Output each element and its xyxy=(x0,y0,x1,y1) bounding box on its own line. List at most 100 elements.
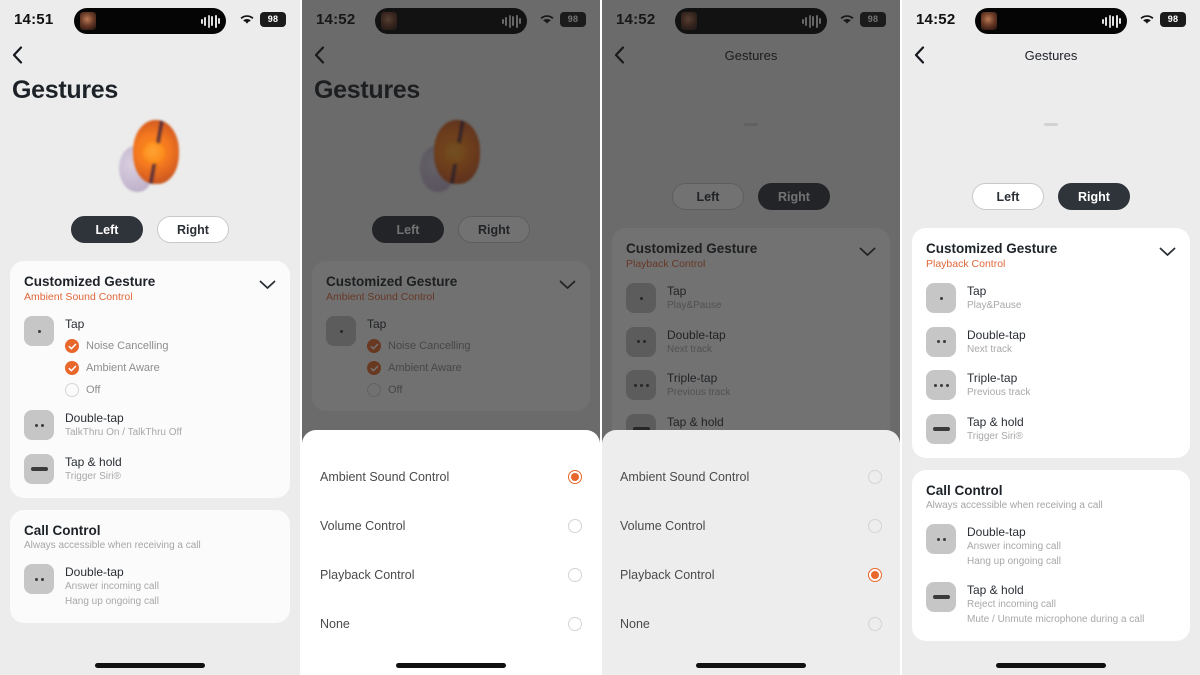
status-bar: 14:51 98 xyxy=(0,0,300,38)
card-header: Call Control Always accessible when recei… xyxy=(926,483,1176,511)
gesture-label: Double-tap xyxy=(65,411,124,425)
screenshot-strip: 14:51 98 Gestures Left Right Customized Gestu… xyxy=(0,0,1200,675)
tap-dot xyxy=(945,383,949,387)
battery-indicator: 98 xyxy=(1160,11,1186,27)
gesture-row[interactable]: Tap Noise Cancelling Ambient Aware Off xyxy=(24,316,276,397)
card-title: Customized Gesture xyxy=(24,274,156,289)
chevron-down-icon[interactable] xyxy=(259,274,276,295)
radio-unselected-icon[interactable] xyxy=(868,518,882,533)
status-right-cluster: 98 xyxy=(240,11,286,27)
sheet-option-label: Ambient Sound Control xyxy=(320,469,450,484)
dynamic-island xyxy=(74,8,226,34)
dynamic-island xyxy=(975,8,1127,34)
tap-dot xyxy=(936,537,940,541)
toggle-left-button[interactable]: Left xyxy=(71,216,143,243)
gesture-row-body: Double-tapNext track xyxy=(967,327,1176,358)
left-right-toggle: Left Right xyxy=(902,177,1200,228)
card-header-text: Call Control Always accessible when recei… xyxy=(24,523,201,551)
gesture-description: Previous track xyxy=(967,387,1031,398)
tap-dot xyxy=(40,423,44,427)
gesture-row[interactable]: Double-tap Answer incoming call Hang up on… xyxy=(24,564,276,609)
card-customized-gesture: Customized Gesture Playback Control Tap Pla… xyxy=(912,228,1190,458)
gesture-label: Tap & hold xyxy=(65,454,122,469)
toggle-left-button[interactable]: Left xyxy=(972,183,1044,210)
panel-1: 14:51 98 Gestures Left Right Customized Gestu… xyxy=(0,0,300,675)
nav-bar: Gestures xyxy=(902,38,1200,72)
sheet-option-label: Volume Control xyxy=(320,518,406,533)
chevron-down-icon[interactable] xyxy=(1159,241,1176,262)
card-header: Call Control Always accessible when recei… xyxy=(24,523,276,551)
check-icon xyxy=(65,361,79,375)
panel-3: 14:5298GesturesLeftRightCustomized Gestu… xyxy=(600,0,900,675)
toggle-right-button[interactable]: Right xyxy=(157,216,229,243)
option-sheet: Ambient Sound Control Volume Control Playb… xyxy=(302,430,600,675)
sheet-option-row[interactable]: Volume Control xyxy=(302,501,600,550)
card-title: Call Control xyxy=(926,483,1003,498)
card-title: Call Control xyxy=(24,523,101,538)
status-clock: 14:52 xyxy=(916,10,956,28)
gesture-row[interactable]: Tap Play&Pause xyxy=(926,283,1176,314)
gesture-row[interactable]: Double-tap Answer incoming call Hang up on… xyxy=(926,524,1176,569)
panel-2: 14:5298GesturesLeftRightCustomized Gestu… xyxy=(300,0,600,675)
audio-waveform-icon xyxy=(1101,14,1121,28)
gesture-row[interactable]: Tap & hold Reject incoming call Mute / Unm… xyxy=(926,582,1176,627)
gesture-label: Tap xyxy=(65,317,85,331)
gesture-option[interactable]: Off xyxy=(65,383,276,397)
sheet-option-row[interactable]: Playback Control xyxy=(302,550,600,599)
radio-unselected-icon[interactable] xyxy=(568,518,582,533)
gesture-row-body: Tap & holdTrigger Siri® xyxy=(967,414,1176,445)
home-indicator xyxy=(95,663,205,668)
gesture-row-body: Tap & hold Reject incoming call Mute / Unm… xyxy=(967,582,1176,627)
gesture-description: Reject incoming call Mute / Unmute microp… xyxy=(967,599,1145,625)
tap-hold-icon xyxy=(926,582,956,612)
radio-unselected-icon[interactable] xyxy=(568,616,582,631)
gesture-description: Answer incoming call Hang up ongoing call xyxy=(967,541,1061,567)
gesture-label: Tap xyxy=(967,284,987,298)
gesture-row[interactable]: Double-tapNext track xyxy=(926,326,1176,358)
page-title: Gestures xyxy=(12,76,118,104)
sheet-option-row[interactable]: None xyxy=(602,599,900,648)
gesture-option[interactable]: Noise Cancelling xyxy=(65,339,276,353)
sheet-option-row[interactable]: Ambient Sound Control xyxy=(302,452,600,501)
gesture-row[interactable]: Tap & holdTrigger Siri® xyxy=(24,453,276,485)
radio-selected-icon[interactable] xyxy=(568,469,582,484)
radio-unselected-icon[interactable] xyxy=(868,616,882,631)
card-customized-gesture: Customized Gesture Ambient Sound Control T… xyxy=(10,261,290,498)
tap-dot xyxy=(936,340,940,343)
double-tap-icon xyxy=(24,564,54,594)
panel-4: 14:52 98 Gestures Left Right Customized Gestu… xyxy=(900,0,1200,675)
panel-content: 14:52 98 Gestures Left Right Customized Gestu… xyxy=(902,0,1200,641)
gesture-label: Tap & hold xyxy=(967,583,1024,597)
sheet-option-row[interactable]: Playback Control xyxy=(602,550,900,599)
gesture-row-body: Double-tap Answer incoming call Hang up on… xyxy=(65,564,276,609)
gesture-description: Next track xyxy=(967,343,1013,355)
album-art-icon xyxy=(981,12,997,30)
gesture-option[interactable]: Ambient Aware xyxy=(65,361,276,375)
home-indicator xyxy=(696,663,806,668)
radio-unselected-icon[interactable] xyxy=(868,469,882,484)
radio-unselected-icon[interactable] xyxy=(568,567,582,582)
radio-selected-icon[interactable] xyxy=(868,567,882,582)
sheet-option-label: Playback Control xyxy=(320,567,415,582)
sheet-option-row[interactable]: Volume Control xyxy=(602,501,900,550)
tap-dot xyxy=(942,537,946,541)
gesture-description: TalkThru On / TalkThru Off xyxy=(65,427,182,438)
tap-icon xyxy=(926,283,956,313)
gesture-row-body: Tap Noise Cancelling Ambient Aware Off xyxy=(65,316,276,397)
toggle-right-button[interactable]: Right xyxy=(1058,183,1130,210)
nav-bar xyxy=(0,38,300,72)
status-right-cluster: 98 xyxy=(1140,11,1186,27)
gesture-row[interactable]: Tap & holdTrigger Siri® xyxy=(926,413,1176,445)
gesture-row[interactable]: Triple-tap Previous track xyxy=(926,370,1176,401)
chevron-left-icon[interactable] xyxy=(12,43,32,67)
tap-hold-bar xyxy=(30,466,48,471)
album-art-icon xyxy=(80,12,96,30)
card-list: Customized Gesture Playback Control Tap Pla… xyxy=(902,228,1200,641)
option-sheet: Ambient Sound Control Volume Control Playb… xyxy=(602,430,900,675)
home-indicator xyxy=(996,663,1106,668)
tap-icon xyxy=(24,316,54,346)
sheet-option-row[interactable]: None xyxy=(302,599,600,648)
gesture-row[interactable]: Double-tap TalkThru On / TalkThru Off xyxy=(24,410,276,441)
card-call-control: Call Control Always accessible when recei… xyxy=(912,470,1190,641)
sheet-option-row[interactable]: Ambient Sound Control xyxy=(602,452,900,501)
